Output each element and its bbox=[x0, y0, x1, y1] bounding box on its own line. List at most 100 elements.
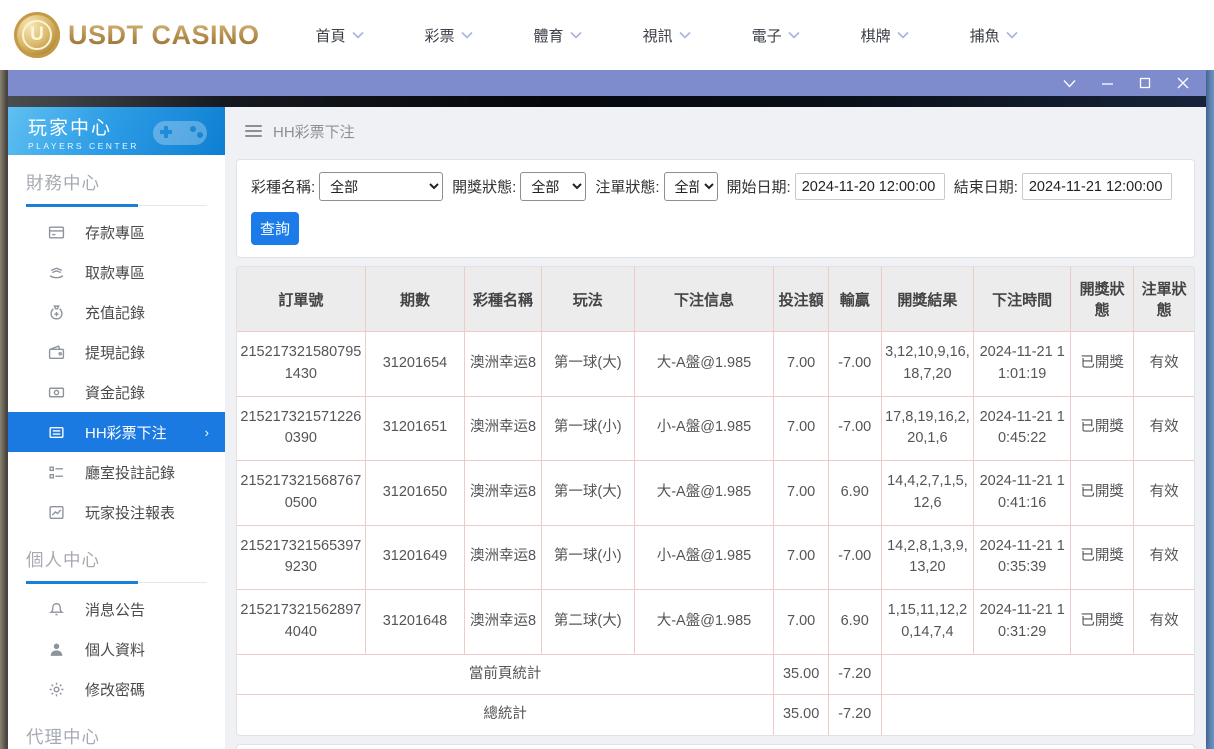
cell-win-loss: 6.90 bbox=[827, 460, 882, 526]
bets-table: 訂單號 期數 彩種名稱 玩法 下注信息 投注額 輸贏 開獎結果 下注時間 開獎狀… bbox=[237, 267, 1194, 735]
sidebar-item-notice[interactable]: 消息公告 bbox=[8, 589, 225, 629]
end-date-label: 結束日期: bbox=[953, 179, 1018, 196]
cell-bet-amount: 7.00 bbox=[773, 524, 829, 590]
cell-play: 第一球(小) bbox=[540, 395, 635, 461]
nav-item-fishing[interactable]: 捕魚 bbox=[970, 25, 1018, 46]
chevron-right-icon: › bbox=[204, 424, 209, 440]
cell-order-id: 2152173215653979230 bbox=[237, 524, 366, 590]
table-row: 2152173215628974040 31201648 澳洲幸运8 第二球(大… bbox=[237, 589, 1194, 655]
finance-menu: 存款專區 取款專區 充值記錄 提現記錄 資金記錄 HH彩票下注 › 廳室投註記錄… bbox=[8, 212, 225, 532]
nav-item-video[interactable]: 視訊 bbox=[643, 25, 691, 46]
cell-bet-time: 2024-11-21 10:45:22 bbox=[973, 395, 1071, 461]
window-top-strip bbox=[8, 96, 1206, 107]
cell-bet-amount: 7.00 bbox=[773, 460, 829, 526]
sidebar-item-label: 廳室投註記錄 bbox=[85, 464, 176, 482]
sidebar-item-label: 消息公告 bbox=[85, 601, 146, 619]
nav-label: 棋牌 bbox=[860, 27, 891, 45]
nav-item-slots[interactable]: 電子 bbox=[752, 25, 800, 46]
col-lottery-name: 彩種名稱 bbox=[464, 267, 542, 332]
brand-logo[interactable]: U USDT CASINO bbox=[14, 12, 260, 58]
col-draw-result: 開獎結果 bbox=[880, 267, 975, 332]
section-finance-center: 財務中心 bbox=[26, 173, 100, 193]
personal-menu: 消息公告 個人資料 修改密碼 bbox=[8, 589, 225, 709]
cell-bet-time: 2024-11-21 11:01:19 bbox=[973, 331, 1071, 397]
deposit-card-icon bbox=[48, 224, 65, 241]
section-divider bbox=[26, 580, 207, 584]
cell-order-id: 2152173215687670500 bbox=[237, 460, 366, 526]
bets-table-panel: 訂單號 期數 彩種名稱 玩法 下注信息 投注額 輸贏 開獎結果 下注時間 開獎狀… bbox=[236, 266, 1195, 736]
topbar: U USDT CASINO 首頁 彩票 體育 視訊 電子 棋牌 捕魚 bbox=[0, 0, 1214, 70]
nav-label: 電子 bbox=[751, 27, 782, 45]
cell-bet-info: 大-A盤@1.985 bbox=[633, 460, 775, 526]
cell-lottery: 澳洲幸运8 bbox=[464, 524, 542, 590]
sidebar-item-label: 充值記錄 bbox=[85, 304, 146, 322]
section-agent-center: 代理中心 bbox=[26, 727, 100, 747]
col-bet-amount: 投注額 bbox=[773, 267, 829, 332]
cell-order-id: 2152173215807951430 bbox=[237, 331, 366, 397]
chevron-down-icon bbox=[460, 31, 473, 39]
sidebar-item-funds-record[interactable]: 資金記錄 bbox=[8, 372, 225, 412]
cell-bet-info: 大-A盤@1.985 bbox=[633, 331, 775, 397]
start-date-label: 開始日期: bbox=[726, 179, 791, 196]
chevron-down-icon bbox=[1006, 31, 1018, 39]
sidebar-item-profile[interactable]: 個人資料 bbox=[8, 629, 225, 669]
sidebar-item-recharge-record[interactable]: 充值記錄 bbox=[8, 292, 225, 332]
sidebar-item-withdrawal-record[interactable]: 提現記錄 bbox=[8, 332, 225, 372]
table-row: 2152173215807951430 31201654 澳洲幸运8 第一球(大… bbox=[237, 331, 1194, 397]
chevron-down-icon bbox=[679, 31, 691, 39]
sidebar-item-label: 取款專區 bbox=[85, 264, 146, 282]
sidebar-item-hh-lottery-bets[interactable]: HH彩票下注 › bbox=[8, 412, 225, 452]
nav-item-lottery[interactable]: 彩票 bbox=[425, 25, 473, 46]
section-divider bbox=[26, 203, 207, 207]
cell-order-status: 有效 bbox=[1133, 395, 1194, 461]
cell-order-id: 2152173215712260390 bbox=[237, 395, 366, 461]
wallet-icon bbox=[48, 344, 65, 361]
gear-icon bbox=[48, 681, 65, 698]
hand-money-icon bbox=[48, 264, 65, 281]
sidebar-item-change-password[interactable]: 修改密碼 bbox=[8, 669, 225, 709]
window-maximize-icon[interactable] bbox=[1138, 76, 1152, 90]
detail-list-icon bbox=[48, 464, 65, 481]
sidebar-item-label: 個人資料 bbox=[85, 641, 146, 659]
nav-label: 體育 bbox=[533, 27, 564, 45]
nav-item-cards[interactable]: 棋牌 bbox=[861, 25, 909, 46]
sidebar-item-label: 存款專區 bbox=[85, 224, 146, 242]
cell-win-loss: 6.90 bbox=[827, 589, 882, 655]
hamburger-menu-icon[interactable] bbox=[245, 125, 262, 137]
cell-draw-status: 已開獎 bbox=[1069, 460, 1135, 526]
gamepad-icon bbox=[153, 121, 207, 145]
cell-win-loss: -7.00 bbox=[827, 331, 882, 397]
cell-play: 第一球(大) bbox=[540, 331, 635, 397]
sidebar-item-player-bet-report[interactable]: 玩家投注報表 bbox=[8, 492, 225, 532]
draw-status-label: 開獎狀態: bbox=[452, 179, 517, 196]
start-date-input[interactable] bbox=[794, 173, 945, 200]
draw-status-select[interactable]: 全部 bbox=[520, 172, 587, 201]
nav-item-sports[interactable]: 體育 bbox=[534, 25, 582, 46]
sidebar-item-withdraw-zone[interactable]: 取款專區 bbox=[8, 252, 225, 292]
lottery-name-select[interactable]: 全部 bbox=[319, 172, 444, 201]
cell-play: 第一球(小) bbox=[540, 524, 635, 590]
brand-name: USDT CASINO bbox=[68, 19, 260, 50]
bell-icon bbox=[48, 601, 65, 618]
sidebar-item-deposit-zone[interactable]: 存款專區 bbox=[8, 212, 225, 252]
nav-label: 視訊 bbox=[642, 27, 673, 45]
chevron-down-icon bbox=[897, 31, 909, 39]
window-minimize-icon[interactable] bbox=[1100, 76, 1114, 90]
report-chart-icon bbox=[48, 504, 65, 521]
sidebar-item-label: 修改密碼 bbox=[85, 681, 146, 699]
nav-label: 首頁 bbox=[315, 27, 346, 45]
table-row: 2152173215653979230 31201649 澳洲幸运8 第一球(小… bbox=[237, 524, 1194, 590]
end-date-input[interactable] bbox=[1021, 173, 1172, 200]
sidebar-item-hall-bet-record[interactable]: 廳室投註記錄 bbox=[8, 452, 225, 492]
coin-letter: U bbox=[22, 20, 52, 50]
cell-order-status: 有效 bbox=[1133, 589, 1194, 655]
order-status-select[interactable]: 全部 bbox=[663, 172, 718, 201]
nav-item-home[interactable]: 首頁 bbox=[316, 25, 364, 46]
cell-order-status: 有效 bbox=[1133, 524, 1194, 590]
window-collapse-icon[interactable] bbox=[1062, 76, 1076, 90]
filter-panel: 彩種名稱: 全部 開獎狀態: 全部 注單狀態: 全部 開始日期: 結束日期: 查… bbox=[236, 159, 1195, 258]
window-close-icon[interactable] bbox=[1176, 76, 1190, 90]
search-button[interactable]: 查詢 bbox=[251, 212, 299, 245]
cell-result: 1,15,11,12,20,14,7,4 bbox=[880, 589, 975, 655]
summary-win-loss: -7.20 bbox=[827, 653, 882, 696]
